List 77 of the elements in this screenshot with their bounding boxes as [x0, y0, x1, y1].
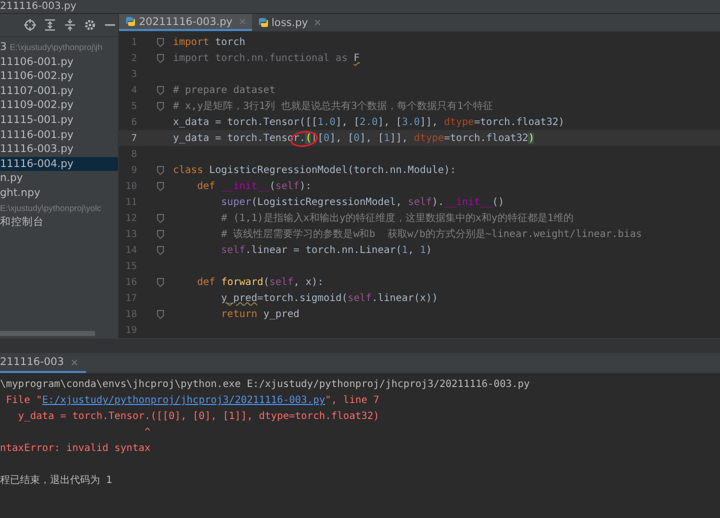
code-line: x_data = torch.Tensor([[1.0], [2.0], [3.0]], dtype=torch.float32) [173, 116, 564, 128]
fold-marker-icon[interactable] [157, 278, 164, 286]
project-tree-item[interactable]: 11116-003.py [0, 142, 118, 157]
crosshair-icon[interactable] [24, 19, 36, 31]
window-title: 211116-003.py [0, 0, 76, 12]
fold-marker-icon[interactable] [157, 214, 164, 222]
code-line: y_pred=torch.sigmoid(self.linear(x)) [220, 292, 438, 304]
project-tree-item[interactable]: 11109-002.py [0, 98, 118, 113]
expand-all-icon[interactable] [44, 19, 56, 31]
console-line: ntaxError: invalid syntax [0, 442, 152, 456]
fold-marker-icon[interactable] [157, 166, 164, 174]
line-number: 12 [124, 212, 137, 224]
code-line: # 该线性层需要学习的参数是w和b 获取w/b的方式分别是~linear.weight/linear.bias [220, 228, 642, 241]
console-line: \myprogram\conda\envs\jhcproj\python.exe E:/xjustudy/pythonproj/jhcproj3/20211116-003.py [0, 378, 531, 392]
code-line: import torch.nn.functional as F [173, 52, 360, 64]
close-icon[interactable] [238, 18, 246, 25]
project-tree-item[interactable]: ght.npy [0, 186, 118, 201]
line-number: 14 [124, 244, 137, 256]
scrollbar[interactable] [0, 331, 95, 336]
line-number: 18 [124, 308, 137, 320]
console-line: 程已结束，退出代码为 1 [0, 474, 114, 488]
fold-marker-icon[interactable] [157, 102, 164, 110]
line-number: 17 [124, 292, 137, 304]
line-number: 19 [124, 324, 137, 336]
console-line: File "E:/xjustudy/pythonproj/jhcproj3/20211116-003.py", line 7 [5, 394, 380, 408]
file-link[interactable]: E:/xjustudy/pythonproj/jhcproj3/20211116-003.py [42, 395, 326, 406]
line-number: 1 [130, 36, 137, 48]
fold-marker-icon[interactable] [157, 182, 164, 190]
project-tree-item[interactable]: 11116-004.py [0, 156, 118, 172]
code-line: # x,y是矩阵，3行1列 也就是说总共有3个数据，每个数据只有1个特征 [173, 100, 494, 113]
fold-marker-icon[interactable] [157, 38, 164, 46]
python-file-icon [125, 16, 136, 27]
line-number: 7 [130, 132, 137, 144]
collapse-all-icon[interactable] [64, 19, 76, 31]
code-line: # (1,1)是指输入x和输出y的特征维度，这里数据集中的x和y的特征都是1维的 [220, 212, 574, 225]
code-line: # prepare dataset [173, 84, 276, 96]
project-tree-item[interactable]: 11116-001.py [0, 128, 118, 142]
project-tree-item[interactable]: 11107-001.py [0, 84, 118, 98]
line-number: 9 [130, 164, 137, 176]
close-icon[interactable] [70, 358, 78, 366]
code-line: class LogisticRegressionModel(torch.nn.Module): [173, 164, 456, 176]
code-line: def forward(self, x): [196, 276, 324, 288]
console-line: ^ [143, 426, 152, 440]
project-tree-item[interactable]: 11106-002.py [0, 69, 118, 84]
line-number: 3 [130, 68, 137, 80]
project-tree-item[interactable]: 11115-001.py [0, 112, 118, 128]
project-tree-item[interactable]: 3 E:\xjustudy\pythonproj\jh [0, 40, 118, 55]
code-line: self.linear = torch.nn.Linear(1, 1) [220, 244, 432, 256]
close-icon[interactable] [314, 19, 321, 26]
editor-tab[interactable]: loss.py [252, 14, 327, 31]
code-line: def __init__(self): [196, 180, 312, 192]
fold-marker-icon[interactable] [157, 230, 164, 238]
code-line: import torch [173, 36, 246, 48]
line-number: 13 [124, 228, 137, 240]
line-number: 2 [130, 52, 137, 64]
editor-tab[interactable]: 20211116-003.py [119, 14, 252, 31]
line-number: 15 [124, 260, 137, 272]
fold-marker-icon[interactable] [157, 310, 164, 318]
fold-marker-icon[interactable] [157, 86, 164, 94]
code-line: super(LogisticRegressionModel, self).__init__() [220, 196, 504, 208]
line-number: 6 [130, 116, 137, 128]
console-line: y_data = torch.Tensor.([[0], [0], [1]], dtype=torch.float32) [17, 410, 380, 424]
project-tree-item[interactable]: n.py [0, 171, 118, 186]
settings-icon[interactable] [84, 19, 96, 31]
run-tab[interactable]: 211116-003 [0, 353, 86, 373]
python-file-icon [258, 17, 268, 28]
line-number: 16 [124, 276, 137, 288]
code-line: return y_pred [220, 308, 300, 320]
line-number: 8 [130, 148, 137, 160]
line-number: 10 [124, 180, 137, 192]
line-number: 11 [124, 196, 137, 208]
line-number: 5 [130, 100, 137, 112]
project-tree-item[interactable]: 11106-001.py [0, 54, 118, 70]
line-number: 4 [130, 84, 137, 96]
fold-marker-icon[interactable] [157, 54, 164, 62]
fold-marker-icon[interactable] [157, 246, 164, 254]
project-tree-item[interactable]: 和控制台 [0, 215, 118, 230]
